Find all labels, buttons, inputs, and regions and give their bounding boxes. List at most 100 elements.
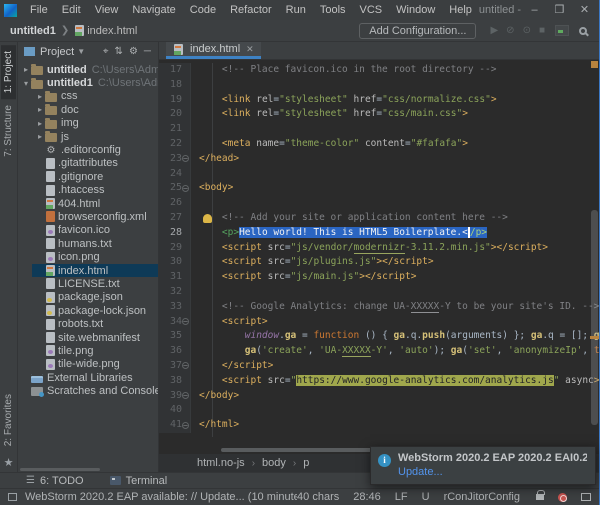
breadcrumb-file[interactable]: index.html xyxy=(87,25,137,37)
tree-item-icon-png[interactable]: icon.png xyxy=(32,250,158,263)
breadcrumb-p[interactable]: p xyxy=(303,457,309,469)
editor-line-39[interactable]: 39– </body> xyxy=(159,388,599,404)
code-line-content[interactable]: <!-- Google Analytics: change UA-XXXXX-Y… xyxy=(191,300,599,315)
code-line-content[interactable]: ga('create', 'UA-XXXXX-Y', 'auto'); ga('… xyxy=(191,344,599,359)
editor-line-21[interactable]: 21 xyxy=(159,122,599,137)
menu-tools[interactable]: Tools xyxy=(313,2,353,18)
fold-marker-icon[interactable]: – xyxy=(182,392,189,400)
editor-line-37[interactable]: 37– </script> xyxy=(159,358,599,374)
coverage-icon[interactable]: ⊙ xyxy=(523,25,531,36)
tree-item-license-txt[interactable]: LICENSE.txt xyxy=(32,277,158,290)
tree-item-tile-wide-png[interactable]: tile-wide.png xyxy=(32,358,158,371)
code-line-content[interactable]: <link rel="stylesheet" href="css/main.cs… xyxy=(191,107,599,122)
collapse-all-icon[interactable]: ⇅ xyxy=(115,46,123,57)
code-line-content[interactable]: </head> xyxy=(191,152,599,167)
chevron-down-icon[interactable]: ▼ xyxy=(77,47,85,56)
close-button[interactable]: ✕ xyxy=(572,1,597,19)
event-log-icon[interactable] xyxy=(8,493,17,501)
status-item-2846[interactable]: 28:46 xyxy=(353,491,381,503)
editor-line-28[interactable]: 28 <p>Hello world! This is HTML5 Boilerp… xyxy=(159,225,599,241)
editor-line-30[interactable]: 30 <script src="js/plugins.js"></script> xyxy=(159,255,599,271)
tree-item-package-json[interactable]: package.json xyxy=(32,291,158,304)
code-line-content[interactable]: <script src="js/main.js"></script> xyxy=(191,270,599,285)
lock-icon[interactable] xyxy=(536,490,545,500)
menu-navigate[interactable]: Navigate xyxy=(125,2,182,18)
editor-line-27[interactable]: 27 <!-- Add your site or application con… xyxy=(159,210,599,226)
tree-item-browserconfig-xml[interactable]: browserconfig.xml xyxy=(32,210,158,223)
fold-marker-icon[interactable]: – xyxy=(182,421,189,429)
code-line-content[interactable] xyxy=(191,403,599,418)
minimize-button[interactable]: – xyxy=(522,1,547,19)
fold-marker-icon[interactable]: – xyxy=(182,184,189,192)
breadcrumb-body[interactable]: body xyxy=(262,457,286,469)
add-configuration-button[interactable]: Add Configuration... xyxy=(359,22,477,39)
code-line-content[interactable]: <script src="js/plugins.js"></script> xyxy=(191,255,599,270)
editor-line-34[interactable]: 34– <script> xyxy=(159,314,599,330)
error-stripe-mark[interactable] xyxy=(590,336,599,339)
tree-item-robots-txt[interactable]: robots.txt xyxy=(32,317,158,330)
tree-item-tile-png[interactable]: tile.png xyxy=(32,344,158,357)
code-line-content[interactable]: <script src="https://www.google-analytic… xyxy=(191,374,599,389)
editor-vscrollbar-thumb[interactable] xyxy=(591,210,598,425)
tree-item-external-libraries[interactable]: External Libraries xyxy=(18,371,158,384)
tree-item--htaccess[interactable]: .htaccess xyxy=(32,184,158,197)
editor-line-35[interactable]: 35 window.ga = function () { ga.q.push(a… xyxy=(159,329,599,345)
tree-item-untitled[interactable]: ▸ untitled C:\Users\Administrato xyxy=(18,63,158,76)
code-line-content[interactable]: <!-- Place favicon.ico in the root direc… xyxy=(191,63,599,78)
tree-item-index-html[interactable]: index.html xyxy=(32,263,158,278)
code-line-content[interactable]: <script src="js/vendor/modernizr-3.11.2.… xyxy=(191,241,599,256)
intention-bulb-icon[interactable] xyxy=(203,213,212,223)
editor-line-32[interactable]: 32 xyxy=(159,284,599,300)
debug-icon[interactable]: ⊘ xyxy=(506,25,514,36)
editor-line-41[interactable]: 41– </html> xyxy=(159,418,599,433)
tool-stripe-favorites[interactable]: 2: Favorites xyxy=(1,388,16,452)
code-line-content[interactable]: <meta name="theme-color" content="#fafaf… xyxy=(191,137,599,152)
code-line-content[interactable] xyxy=(191,285,599,300)
tool-stripe-structure[interactable]: 7: Structure xyxy=(1,99,16,163)
status-item-rconjitorconfig[interactable]: rConJitorConfig xyxy=(444,491,520,503)
fold-marker-icon[interactable]: – xyxy=(182,318,189,326)
tree-arrow-icon[interactable]: ▾ xyxy=(21,79,31,88)
editor-line-36[interactable]: 36 ga('create', 'UA-XXXXX-Y', 'auto'); g… xyxy=(159,344,599,359)
fold-marker-icon[interactable]: – xyxy=(182,155,189,163)
tree-arrow-icon[interactable]: ▸ xyxy=(21,65,31,74)
status-item-u[interactable]: U xyxy=(422,491,430,503)
notification-popup[interactable]: i WebStorm 2020.2 EAP 2020.2 EAI0.2 E2 E… xyxy=(370,446,596,485)
settings-gear-icon[interactable]: ⚙ xyxy=(129,46,138,57)
tree-item--editorconfig[interactable]: ⚙ .editorconfig xyxy=(32,143,158,156)
code-line-content[interactable] xyxy=(191,167,599,182)
code-editor[interactable]: 17 <!-- Place favicon.ico in the root di… xyxy=(159,60,599,447)
tree-item-doc[interactable]: ▸ doc xyxy=(32,103,158,116)
tree-item--gitattributes[interactable]: .gitattributes xyxy=(32,157,158,170)
tree-item-404-html[interactable]: 404.html xyxy=(32,197,158,210)
editor-line-26[interactable]: 26 xyxy=(159,196,599,211)
tree-item-site-webmanifest[interactable]: site.webmanifest xyxy=(32,331,158,344)
editor-line-33[interactable]: 33 <!-- Google Analytics: change UA-XXXX… xyxy=(159,299,599,315)
fold-marker-icon[interactable]: – xyxy=(182,362,189,370)
code-line-content[interactable]: <p>Hello world! This is HTML5 Boilerplat… xyxy=(191,226,599,241)
tree-item-humans-txt[interactable]: humans.txt xyxy=(32,237,158,250)
scrollbar-thumb[interactable] xyxy=(20,468,100,471)
menu-vcs[interactable]: VCS xyxy=(353,2,390,18)
status-message[interactable]: WebStorm 2020.2 EAP available: // Update… xyxy=(25,491,297,503)
locate-icon[interactable]: ⌖ xyxy=(103,46,109,57)
tree-arrow-icon[interactable]: ▸ xyxy=(35,119,45,128)
menu-help[interactable]: Help xyxy=(442,2,479,18)
tool-stripe-project[interactable]: 1: Project xyxy=(1,45,16,100)
code-line-content[interactable]: <script> xyxy=(191,315,599,330)
run-icon[interactable]: ▶ xyxy=(490,25,498,36)
hide-panel-icon[interactable]: ─ xyxy=(144,46,151,57)
todo-tool-button[interactable]: ☰ 6: TODO xyxy=(26,475,84,487)
breadcrumb-htmlnojs[interactable]: html.no-js xyxy=(197,457,245,469)
maximize-button[interactable]: ❒ xyxy=(547,1,572,19)
editor-line-25[interactable]: 25– <body> xyxy=(159,181,599,197)
editor-line-17[interactable]: 17 <!-- Place favicon.ico in the root di… xyxy=(159,63,599,78)
search-everywhere-icon[interactable] xyxy=(579,26,587,35)
code-line-content[interactable]: <link rel="stylesheet" href="css/normali… xyxy=(191,93,599,108)
tree-arrow-icon[interactable]: ▸ xyxy=(35,92,45,101)
status-item-lf[interactable]: LF xyxy=(395,491,408,503)
code-line-content[interactable]: window.ga = function () { ga.q.push(argu… xyxy=(191,329,599,344)
code-line-content[interactable]: <!-- Add your site or application conten… xyxy=(191,211,599,226)
tree-item-untitled1[interactable]: ▾ untitled1 C:\Users\Administrat xyxy=(18,76,158,89)
editor-line-20[interactable]: 20 <link rel="stylesheet" href="css/main… xyxy=(159,107,599,123)
